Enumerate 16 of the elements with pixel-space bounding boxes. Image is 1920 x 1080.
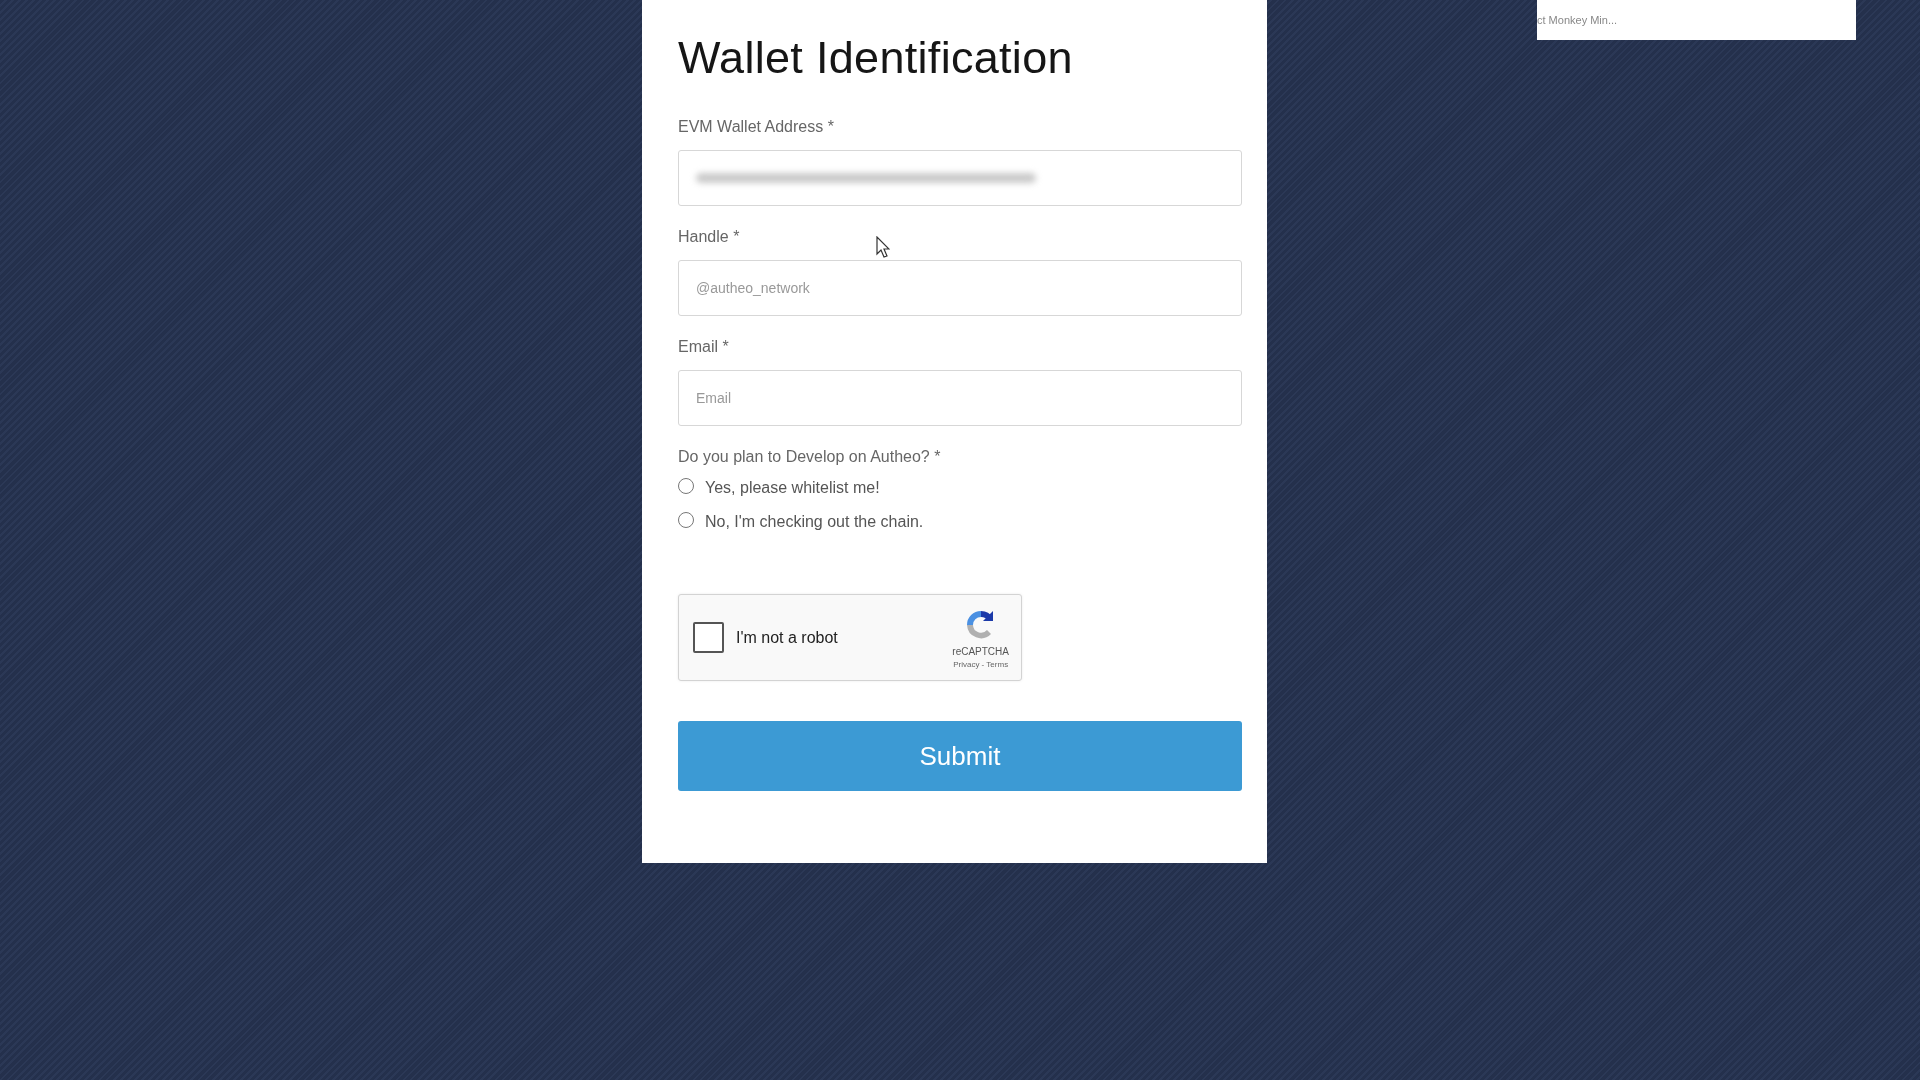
checkbox-label: I'm not a robot [736,628,839,647]
field-label: EVM Wallet Address * [678,118,834,136]
field-label: Handle * [678,228,740,246]
privacy-terms-link[interactable]: Privacy - Terms [953,659,1009,669]
question-label: Do you plan to Develop on Autheo? * [678,448,941,466]
recaptcha-label: reCAPTCHA [952,645,1009,657]
notification-text: ct Monkey Min... [1537,14,1618,26]
input-field[interactable]: @autheo_network [678,260,1242,316]
form-title: Wallet Identification [678,32,1074,84]
option-label[interactable]: Yes, please whitelist me! [705,479,880,497]
input-field[interactable] [678,150,1242,206]
checkbox[interactable] [693,622,724,653]
field-label: Email * [678,338,729,356]
input-field[interactable]: Email [678,370,1242,426]
cursor-icon [876,236,890,258]
option-label[interactable]: No, I'm checking out the chain. [705,513,924,531]
